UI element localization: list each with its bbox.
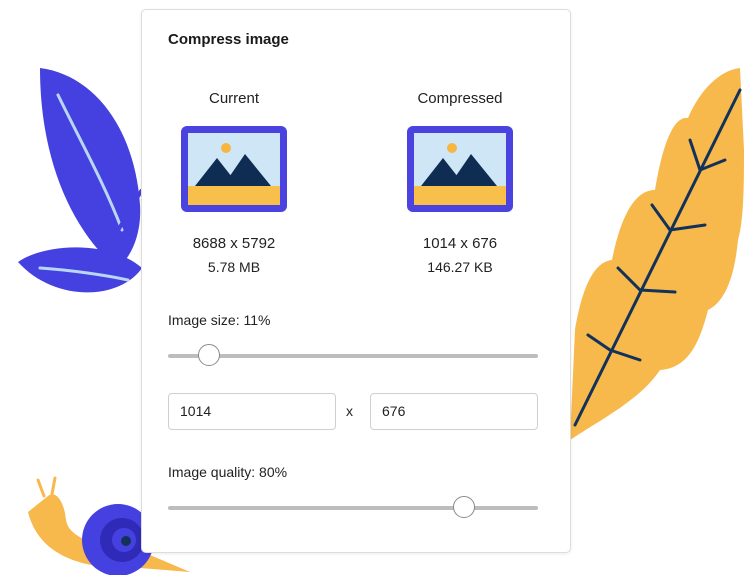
image-quality-track[interactable] [168, 506, 538, 510]
width-input[interactable]: 1014 [168, 393, 336, 430]
image-quality-slider-thumb[interactable] [453, 496, 475, 518]
blue-leaf-icon [18, 68, 144, 293]
current-dimensions: 8688 x 5792 [192, 235, 276, 252]
image-size-label: Image size: 11% [168, 312, 271, 328]
current-image-icon [181, 126, 287, 212]
height-input[interactable]: 676 [370, 393, 538, 430]
image-size-track[interactable] [168, 354, 538, 358]
current-label: Current [208, 90, 260, 107]
compressed-file-size: 146.27 KB [427, 259, 493, 275]
image-quality-label: Image quality: 80% [168, 464, 288, 480]
compressed-image-icon [407, 126, 513, 212]
current-image-panel: Current 8688 x 5792 5.78 MB [159, 90, 309, 275]
current-file-size: 5.78 MB [207, 259, 261, 275]
yellow-leaf-icon [570, 68, 744, 440]
compressed-image-panel: Compressed 1014 x 676 146.27 KB [385, 90, 535, 275]
dimension-separator: x [346, 403, 353, 419]
compress-image-dialog: Compress image Current 8688 x 5792 5.78 … [141, 9, 571, 553]
compressed-dimensions: 1014 x 676 [422, 235, 498, 252]
dialog-title: Compress image [168, 31, 289, 48]
image-size-slider-thumb[interactable] [197, 344, 220, 366]
image-quality-slider[interactable] [168, 496, 538, 520]
compressed-label: Compressed [417, 90, 503, 107]
image-size-slider[interactable] [168, 344, 538, 368]
